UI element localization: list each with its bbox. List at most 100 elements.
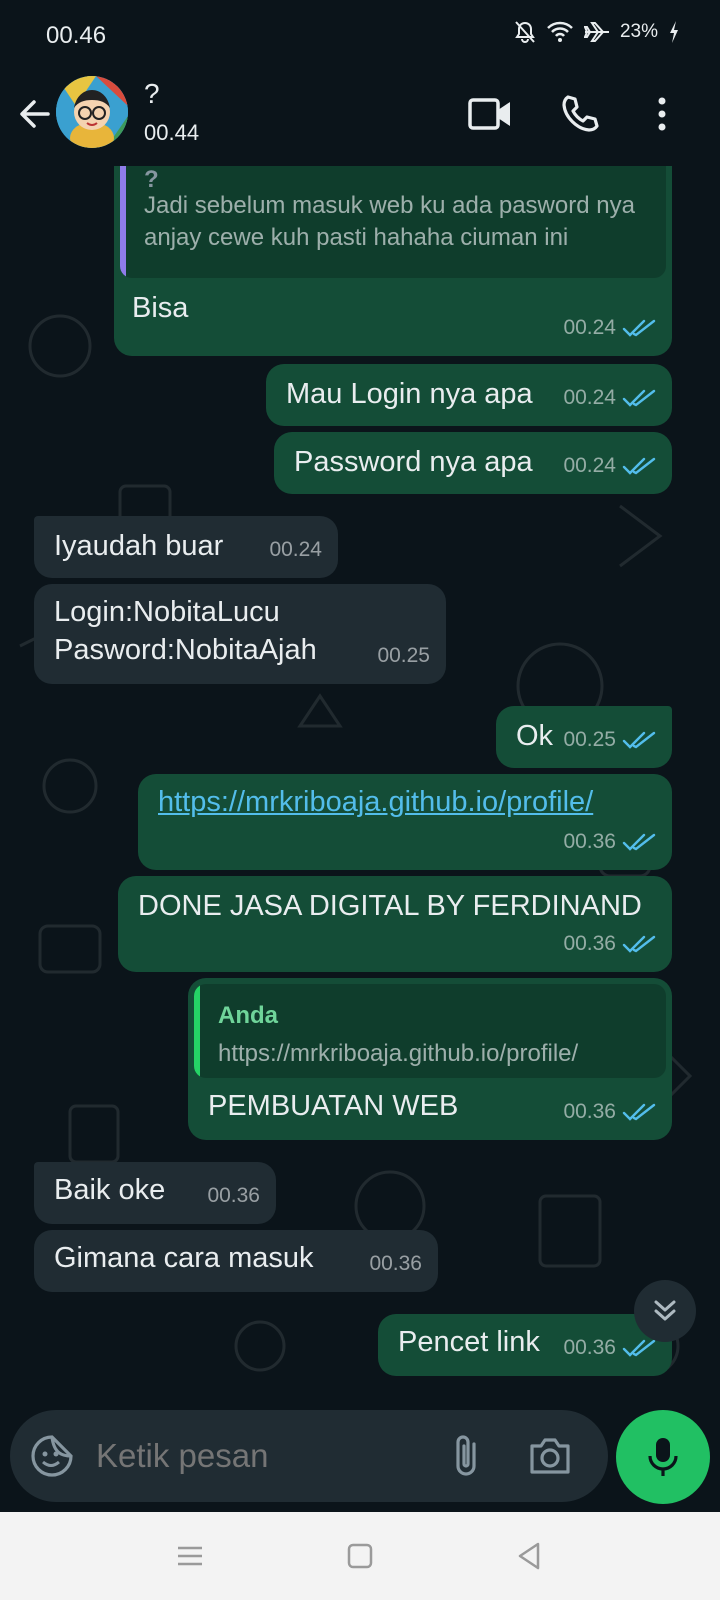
message-bubble-outgoing[interactable]: ? Jadi sebelum masuk web ku ada pasword … <box>114 166 672 356</box>
home-button[interactable] <box>342 1538 378 1574</box>
battery-charging-icon <box>668 20 680 44</box>
message-text: Baik oke <box>54 1174 166 1206</box>
quote-text: https://mrkriboaja.github.io/profile/ <box>218 1040 579 1067</box>
bell-muted-icon <box>514 20 536 44</box>
message-bubble-incoming[interactable]: Gimana cara masuk 00.36 <box>34 1230 438 1292</box>
message-composer <box>10 1410 608 1502</box>
back-button[interactable] <box>14 92 58 136</box>
message-text: Mau Login nya apa <box>286 378 533 410</box>
message-text-line-2: Pasword:NobitaAjah <box>54 634 317 666</box>
message-text: Ok <box>516 720 554 752</box>
battery-level: 23% <box>619 21 658 42</box>
back-icon <box>518 1542 540 1570</box>
message-bubble-incoming[interactable]: Baik oke 00.36 <box>34 1162 276 1224</box>
message-bubble-incoming[interactable]: Login:NobitaLucu Pasword:NobitaAjah 00.2… <box>34 584 446 684</box>
message-time: 00.25 <box>377 644 430 667</box>
message-text: Password nya apa <box>294 446 533 478</box>
message-time: 00.36 <box>563 830 616 853</box>
message-bubble-outgoing[interactable]: Pencet link 00.36 <box>378 1314 672 1376</box>
quoted-message[interactable]: Anda https://mrkriboaja.github.io/profil… <box>194 984 666 1078</box>
message-bubble-outgoing[interactable]: Anda https://mrkriboaja.github.io/profil… <box>188 978 672 1140</box>
quote-text: Jadi sebelum masuk web ku ada pasword ny… <box>144 192 635 251</box>
message-meta: 00.36 <box>563 1330 656 1366</box>
mic-icon <box>648 1438 678 1476</box>
attach-icon <box>456 1435 476 1476</box>
system-back-button[interactable] <box>512 1538 548 1574</box>
message-link[interactable]: https://mrkriboaja.github.io/profile/ <box>158 784 593 820</box>
message-time: 00.24 <box>563 386 616 409</box>
video-call-button[interactable] <box>466 90 514 138</box>
message-text: PEMBUATAN WEB <box>208 1090 459 1122</box>
recent-apps-button[interactable] <box>172 1538 208 1574</box>
chat-header: ? 00.44 <box>0 70 720 166</box>
quote-bar <box>194 984 200 1078</box>
message-meta: 00.36 <box>563 926 656 962</box>
quote-author: Anda <box>218 1002 278 1029</box>
message-meta: 00.24 <box>563 380 656 416</box>
menu-icon <box>178 1546 202 1566</box>
message-time: 00.36 <box>563 1100 616 1123</box>
message-meta: 00.25 <box>563 722 656 758</box>
message-text: Gimana cara masuk <box>54 1242 314 1274</box>
avatar[interactable] <box>56 76 128 148</box>
message-meta: 00.36 <box>207 1178 260 1214</box>
read-ticks-icon <box>622 1339 656 1357</box>
message-time: 00.25 <box>563 728 616 751</box>
airplane-icon <box>583 21 610 43</box>
message-meta: 00.36 <box>563 1094 656 1130</box>
more-options-button[interactable] <box>638 90 686 138</box>
message-text: Pencet link <box>398 1326 540 1358</box>
message-meta: 00.24 <box>269 532 322 568</box>
message-bubble-outgoing[interactable]: DONE JASA DIGITAL BY FERDINAND 00.36 <box>118 876 672 972</box>
emoji-button[interactable] <box>30 1434 74 1478</box>
message-meta: 00.36 <box>563 824 656 860</box>
status-bar: 00.46 23% <box>0 0 720 70</box>
quoted-message[interactable]: ? Jadi sebelum masuk web ku ada pasword … <box>120 166 666 278</box>
attach-button[interactable] <box>446 1432 490 1480</box>
camera-button[interactable] <box>526 1434 574 1478</box>
read-ticks-icon <box>622 319 656 337</box>
message-time: 00.36 <box>369 1252 422 1275</box>
voice-record-button[interactable] <box>616 1410 710 1504</box>
message-meta: 00.24 <box>563 448 656 484</box>
message-text: Bisa <box>132 292 189 324</box>
message-input[interactable] <box>96 1436 416 1476</box>
message-bubble-incoming[interactable]: Iyaudah buar 00.24 <box>34 516 338 578</box>
message-text: Iyaudah buar <box>54 530 224 562</box>
message-text: DONE JASA DIGITAL BY FERDINAND <box>138 890 642 922</box>
message-bubble-outgoing[interactable]: Ok 00.25 <box>496 706 672 768</box>
message-meta: 00.25 <box>377 638 430 674</box>
read-ticks-icon <box>622 731 656 749</box>
read-ticks-icon <box>622 833 656 851</box>
read-ticks-icon <box>622 1103 656 1121</box>
message-time: 00.36 <box>563 932 616 955</box>
contact-name[interactable]: ? <box>144 78 160 110</box>
message-meta: 00.24 <box>563 310 656 346</box>
message-time: 00.36 <box>563 1336 616 1359</box>
message-meta: 00.36 <box>369 1246 422 1282</box>
phone-icon <box>562 95 599 132</box>
read-ticks-icon <box>622 389 656 407</box>
status-icons: 23% <box>514 20 680 44</box>
more-vert-icon <box>658 97 666 131</box>
message-bubble-outgoing[interactable]: Password nya apa 00.24 <box>274 432 672 494</box>
message-text-line-1: Login:NobitaLucu <box>54 596 280 628</box>
scroll-to-bottom-button[interactable] <box>634 1280 696 1342</box>
message-bubble-outgoing[interactable]: https://mrkriboaja.github.io/profile/ 00… <box>138 774 672 870</box>
home-icon <box>347 1543 373 1569</box>
message-time: 00.24 <box>269 538 322 561</box>
emoji-sticker-icon <box>31 1435 73 1477</box>
message-time: 00.36 <box>207 1184 260 1207</box>
message-bubble-outgoing[interactable]: Mau Login nya apa 00.24 <box>266 364 672 426</box>
message-time: 00.24 <box>563 316 616 339</box>
system-nav-bar <box>0 1512 720 1600</box>
message-time: 00.24 <box>563 454 616 477</box>
video-call-icon <box>468 98 510 130</box>
last-seen: 00.44 <box>144 120 200 145</box>
wifi-icon <box>546 21 574 43</box>
message-list[interactable]: ? Jadi sebelum masuk web ku ada pasword … <box>0 166 720 1410</box>
status-time: 00.46 <box>46 22 107 49</box>
back-arrow-icon <box>20 100 50 128</box>
read-ticks-icon <box>622 935 656 953</box>
voice-call-button[interactable] <box>556 90 604 138</box>
